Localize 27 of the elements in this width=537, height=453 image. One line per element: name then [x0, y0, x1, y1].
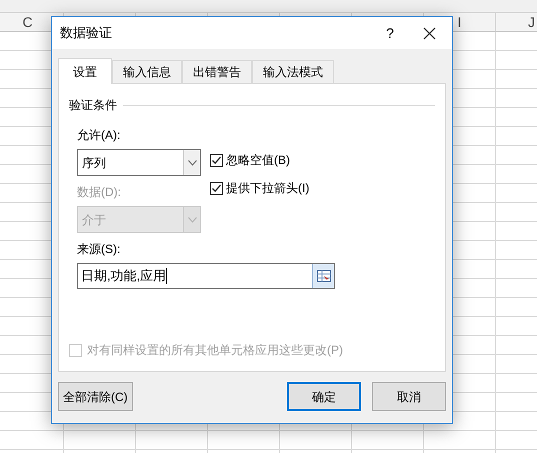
checkbox-label[interactable]: 忽略空值(B)	[226, 151, 290, 169]
close-icon	[422, 26, 436, 40]
range-select-button[interactable]	[312, 264, 334, 288]
chevron-down-icon	[188, 216, 196, 222]
tab[interactable]: 输入信息	[112, 60, 182, 83]
chevron-down-icon	[188, 160, 196, 166]
help-button[interactable]: ?	[376, 21, 404, 45]
column-header[interactable]: I	[458, 12, 462, 32]
column-header[interactable]: C	[22, 12, 33, 32]
tab[interactable]: 输入法模式	[252, 60, 334, 83]
field-label: 来源(S):	[77, 241, 122, 258]
checkbox-label[interactable]: 提供下拉箭头(I)	[226, 179, 310, 197]
tab[interactable]: 设置	[58, 58, 112, 84]
window-title: 数据验证	[60, 24, 112, 42]
dialog-button[interactable]: 取消	[372, 382, 446, 411]
dropdown[interactable]: 序列	[77, 149, 201, 176]
field-label: 允许(A):	[77, 127, 122, 144]
source-field[interactable]: 日期,功能,应用	[77, 263, 335, 289]
tab[interactable]: 出错警告	[182, 60, 252, 83]
dialog-button[interactable]: 全部清除(C)	[58, 382, 133, 411]
dialog-button[interactable]: 确定	[287, 382, 361, 411]
checkbox[interactable]	[210, 182, 223, 194]
column-header[interactable]: J	[528, 12, 535, 32]
group-title: 验证条件	[69, 97, 117, 114]
field-label: 数据(D):	[77, 184, 122, 201]
range-select-icon	[316, 270, 330, 282]
checkbox[interactable]	[210, 154, 223, 166]
